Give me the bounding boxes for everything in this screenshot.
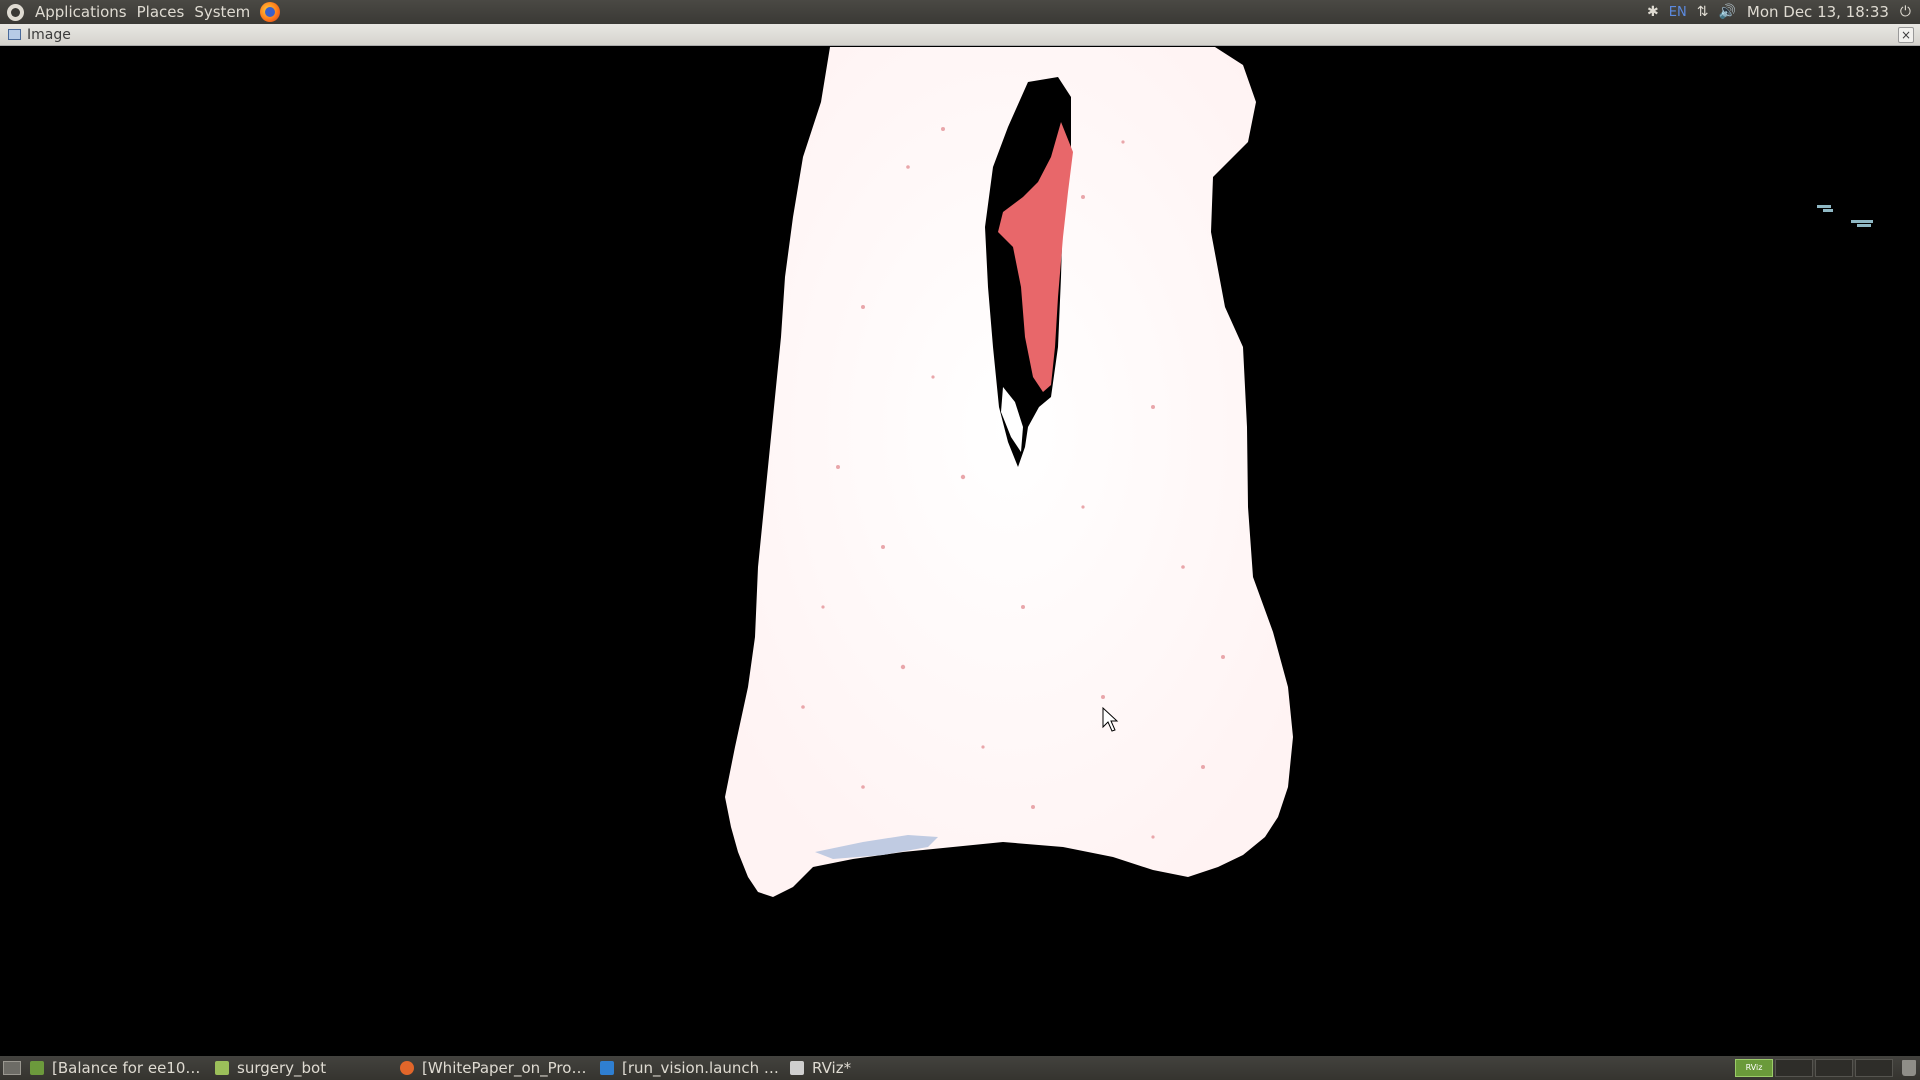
menu-system[interactable]: System (189, 0, 255, 24)
trash-icon[interactable] (1902, 1060, 1916, 1076)
image-canvas[interactable] (3, 47, 1917, 1056)
taskbar-item-rviz[interactable]: RViz* (786, 1057, 976, 1079)
volume-icon[interactable]: 🔊 (1718, 0, 1735, 24)
clock[interactable]: Mon Dec 13, 18:33 (1747, 3, 1889, 21)
taskbar-item-surgery-bot[interactable]: surgery_bot (211, 1057, 396, 1079)
app-icon (30, 1061, 44, 1075)
bottom-panel: [Balance for ee106a-abn] surgery_bot [Wh… (0, 1056, 1920, 1080)
taskbar-item-run-vision[interactable]: [run_vision.launch - sur... (596, 1057, 786, 1079)
tissue-image (725, 47, 1873, 897)
stray-points (1817, 205, 1873, 227)
menu-places[interactable]: Places (132, 0, 190, 24)
ubuntu-logo-icon[interactable] (7, 3, 24, 21)
workspace-3[interactable] (1815, 1059, 1853, 1077)
menu-applications[interactable]: Applications (30, 0, 132, 24)
taskbar-item-whitepaper[interactable]: [WhitePaper_on_Proje... (396, 1057, 596, 1079)
close-button[interactable]: × (1898, 26, 1914, 43)
taskbar-item-balance[interactable]: [Balance for ee106a-abn] (26, 1057, 211, 1079)
show-desktop-icon[interactable] (3, 1061, 21, 1075)
rviz-icon (790, 1061, 804, 1075)
bluetooth-icon[interactable]: ✱ (1647, 0, 1659, 24)
window-title: Image (27, 26, 71, 43)
vscode-icon (600, 1061, 614, 1075)
workspace-2[interactable] (1775, 1059, 1813, 1077)
window-titlebar[interactable]: Image × (0, 24, 1920, 46)
folder-icon (215, 1061, 229, 1075)
network-icon[interactable]: ⇅ (1697, 0, 1709, 24)
image-window: Image × (0, 24, 1920, 1056)
image-window-icon (8, 29, 21, 40)
workspace-4[interactable] (1855, 1059, 1893, 1077)
workspace-1[interactable]: RViz (1735, 1059, 1773, 1077)
keyboard-layout-indicator[interactable]: EN (1669, 0, 1687, 24)
top-panel: Applications Places System ✱ EN ⇅ 🔊 Mon … (0, 0, 1920, 24)
firefox-icon (400, 1061, 414, 1075)
firefox-icon[interactable] (260, 2, 281, 22)
power-icon[interactable]: ⏻ (1900, 0, 1911, 24)
